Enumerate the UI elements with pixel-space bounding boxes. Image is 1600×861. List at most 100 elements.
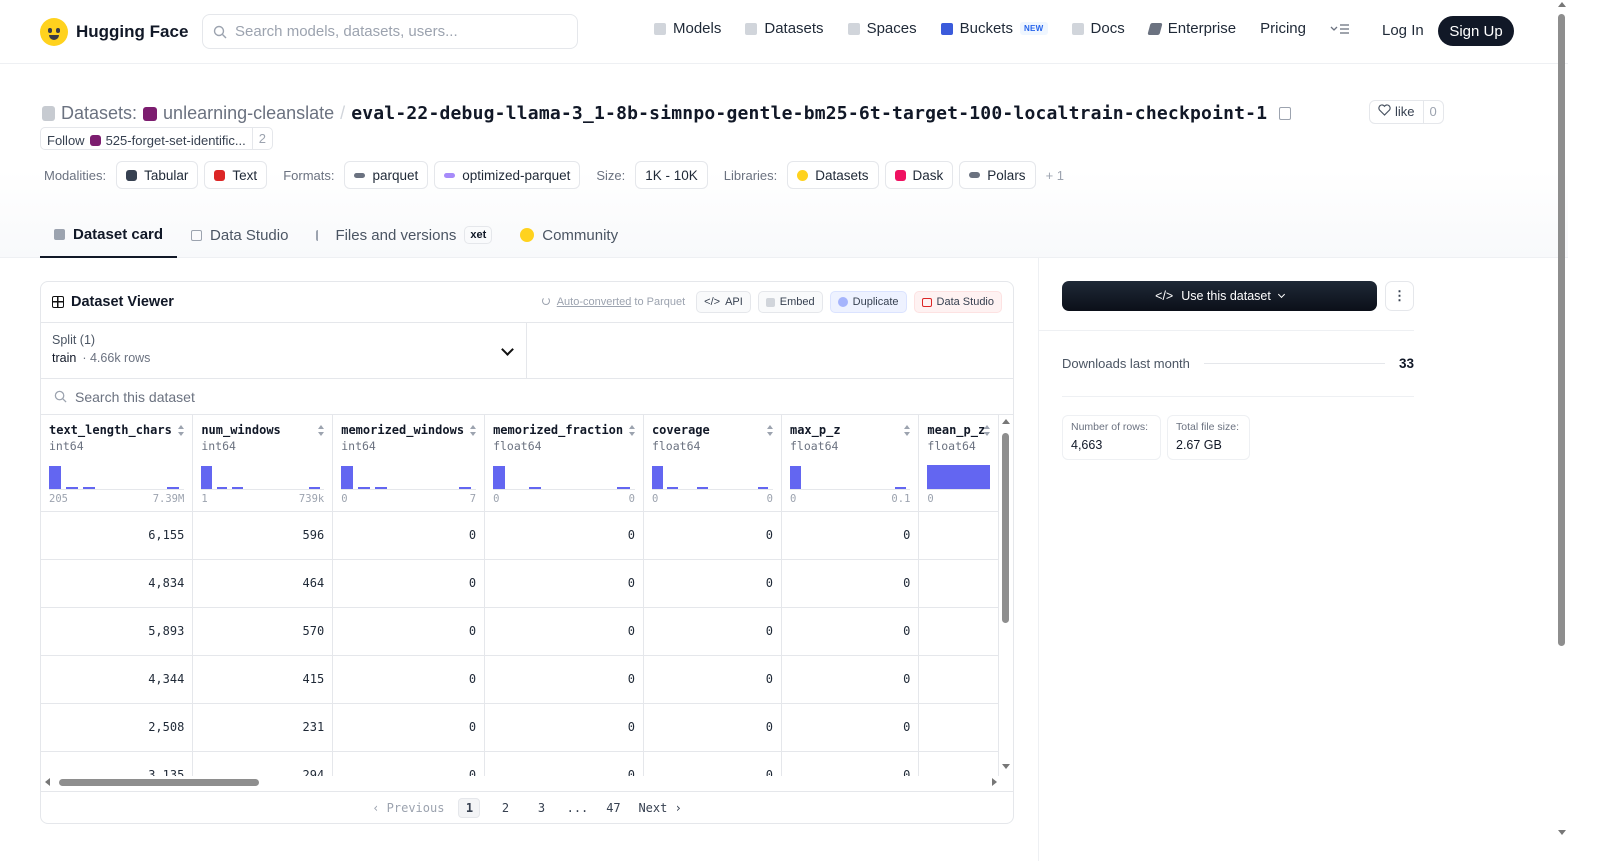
auto-converted-link[interactable]: Auto-converted <box>557 296 632 308</box>
dataset-search-input[interactable] <box>75 388 475 405</box>
modality-text-chip[interactable]: Text <box>204 161 268 189</box>
global-search[interactable] <box>202 14 578 49</box>
table-row[interactable]: 5,893 570 0 0 0 0 <box>41 607 999 656</box>
table-cell[interactable]: 0 <box>643 751 782 776</box>
column-header-memorized-fraction[interactable]: memorized_fraction float64 0 0 <box>484 415 644 512</box>
table-cell[interactable]: 4,834 <box>41 559 194 608</box>
page-2-button[interactable]: 2 <box>494 798 516 818</box>
tab-community[interactable]: Community <box>506 212 632 258</box>
column-header-mean-p-z[interactable]: mean_p_z float64 0 <box>918 415 999 512</box>
nav-pricing[interactable]: Pricing <box>1260 20 1306 37</box>
table-row[interactable]: 3,135 294 0 0 0 0 <box>41 751 999 776</box>
column-header-memorized-windows[interactable]: memorized_windows int64 0 7 <box>332 415 486 512</box>
split-selector[interactable]: Split (1) train · 4.66k rows <box>41 323 527 378</box>
table-cell[interactable]: 596 <box>192 511 334 560</box>
format-parquet-chip[interactable]: parquet <box>344 161 429 189</box>
sort-icon[interactable] <box>628 425 636 436</box>
nav-buckets[interactable]: Buckets NEW <box>940 20 1048 37</box>
table-cell[interactable] <box>918 655 999 704</box>
table-cell[interactable]: 5,893 <box>41 607 194 656</box>
sort-icon[interactable] <box>984 425 991 436</box>
page-1-button[interactable]: 1 <box>458 798 481 818</box>
repo-org-link[interactable]: unlearning-cleanslate <box>163 103 334 124</box>
format-optimized-parquet-chip[interactable]: optimized-parquet <box>434 161 581 189</box>
copy-icon[interactable] <box>1279 107 1292 120</box>
dataset-search[interactable] <box>41 379 1013 415</box>
sort-icon[interactable] <box>766 425 774 436</box>
sort-icon[interactable] <box>178 425 185 436</box>
next-page-button[interactable]: Next › <box>638 801 681 815</box>
table-cell[interactable]: 0 <box>484 607 644 656</box>
global-search-input[interactable] <box>235 23 555 40</box>
nav-enterprise[interactable]: Enterprise <box>1147 20 1236 37</box>
page-47-button[interactable]: 47 <box>602 798 624 818</box>
table-cell[interactable] <box>918 751 999 776</box>
column-header-coverage[interactable]: coverage float64 0 0 <box>643 415 782 512</box>
tab-data-studio[interactable]: Data Studio <box>177 212 302 258</box>
table-cell[interactable] <box>918 559 999 608</box>
use-this-dataset-button[interactable]: </> Use this dataset <box>1062 281 1377 311</box>
table-cell[interactable]: 0 <box>484 751 644 776</box>
table-cell[interactable]: 0 <box>332 703 486 752</box>
signup-button[interactable]: Sign Up <box>1438 16 1514 46</box>
table-cell[interactable]: 464 <box>192 559 334 608</box>
data-studio-button[interactable]: Data Studio <box>913 291 1002 313</box>
table-cell[interactable]: 0 <box>781 655 920 704</box>
page-3-button[interactable]: 3 <box>530 798 552 818</box>
api-button[interactable]: </> API <box>696 291 751 313</box>
nav-models[interactable]: Models <box>654 20 721 37</box>
table-horizontal-scrollbar[interactable] <box>45 777 997 787</box>
table-cell[interactable] <box>918 703 999 752</box>
table-cell[interactable] <box>918 607 999 656</box>
table-cell[interactable]: 0 <box>781 607 920 656</box>
library-polars-chip[interactable]: Polars <box>959 161 1036 189</box>
library-datasets-chip[interactable]: Datasets <box>787 161 879 189</box>
table-cell[interactable]: 231 <box>192 703 334 752</box>
table-cell[interactable]: 294 <box>192 751 334 776</box>
table-cell[interactable]: 0 <box>643 559 782 608</box>
table-cell[interactable]: 0 <box>781 511 920 560</box>
table-cell[interactable]: 6,155 <box>41 511 194 560</box>
like-button[interactable]: like 0 <box>1369 100 1444 124</box>
table-row[interactable]: 4,344 415 0 0 0 0 <box>41 655 999 704</box>
table-cell[interactable]: 570 <box>192 607 334 656</box>
table-cell[interactable]: 0 <box>643 511 782 560</box>
tab-files-and-versions[interactable]: Files and versions xet <box>302 212 506 258</box>
table-cell[interactable]: 0 <box>332 655 486 704</box>
table-cell[interactable]: 0 <box>781 751 920 776</box>
table-vertical-scrollbar[interactable] <box>1001 419 1010 769</box>
table-row[interactable]: 2,508 231 0 0 0 0 <box>41 703 999 752</box>
library-dask-chip[interactable]: Dask <box>884 161 954 189</box>
embed-button[interactable]: Embed <box>757 291 823 313</box>
nav-datasets[interactable]: Datasets <box>745 20 824 37</box>
repo-name-link[interactable]: eval-22-debug-llama-3_1-8b-simnpo-gentle… <box>351 103 1267 124</box>
column-header-max-p-z[interactable]: max_p_z float64 0 0.1 <box>781 415 920 512</box>
table-cell[interactable]: 0 <box>484 559 644 608</box>
table-cell[interactable]: 0 <box>643 703 782 752</box>
table-row[interactable]: 6,155 596 0 0 0 0 <box>41 511 999 560</box>
table-cell[interactable]: 0 <box>332 751 486 776</box>
like-count[interactable]: 0 <box>1422 101 1443 123</box>
nav-spaces[interactable]: Spaces <box>847 20 917 37</box>
previous-page-button[interactable]: ‹ Previous <box>372 801 444 815</box>
table-cell[interactable]: 0 <box>484 511 644 560</box>
table-cell[interactable]: 0 <box>332 559 486 608</box>
sort-icon[interactable] <box>470 425 477 436</box>
tab-dataset-card[interactable]: Dataset card <box>40 212 178 258</box>
table-cell[interactable]: 2,508 <box>41 703 194 752</box>
nav-docs[interactable]: Docs <box>1071 20 1125 37</box>
table-row[interactable]: 4,834 464 0 0 0 0 <box>41 559 999 608</box>
table-cell[interactable]: 3,135 <box>41 751 194 776</box>
table-cell[interactable]: 0 <box>781 559 920 608</box>
table-cell[interactable]: 0 <box>332 607 486 656</box>
sort-icon[interactable] <box>318 425 325 436</box>
table-cell[interactable]: 4,344 <box>41 655 194 704</box>
column-header-text-length-chars[interactable]: text_length_chars int64 205 7.39M <box>41 415 194 512</box>
login-link[interactable]: Log In <box>1382 22 1424 39</box>
duplicate-button[interactable]: Duplicate <box>829 291 907 313</box>
table-cell[interactable]: 0 <box>643 607 782 656</box>
column-header-num-windows[interactable]: num_windows int64 1 739k <box>192 415 334 512</box>
sort-icon[interactable] <box>904 425 911 436</box>
table-cell[interactable]: 0 <box>643 655 782 704</box>
page-scrollbar[interactable] <box>1556 0 1568 861</box>
